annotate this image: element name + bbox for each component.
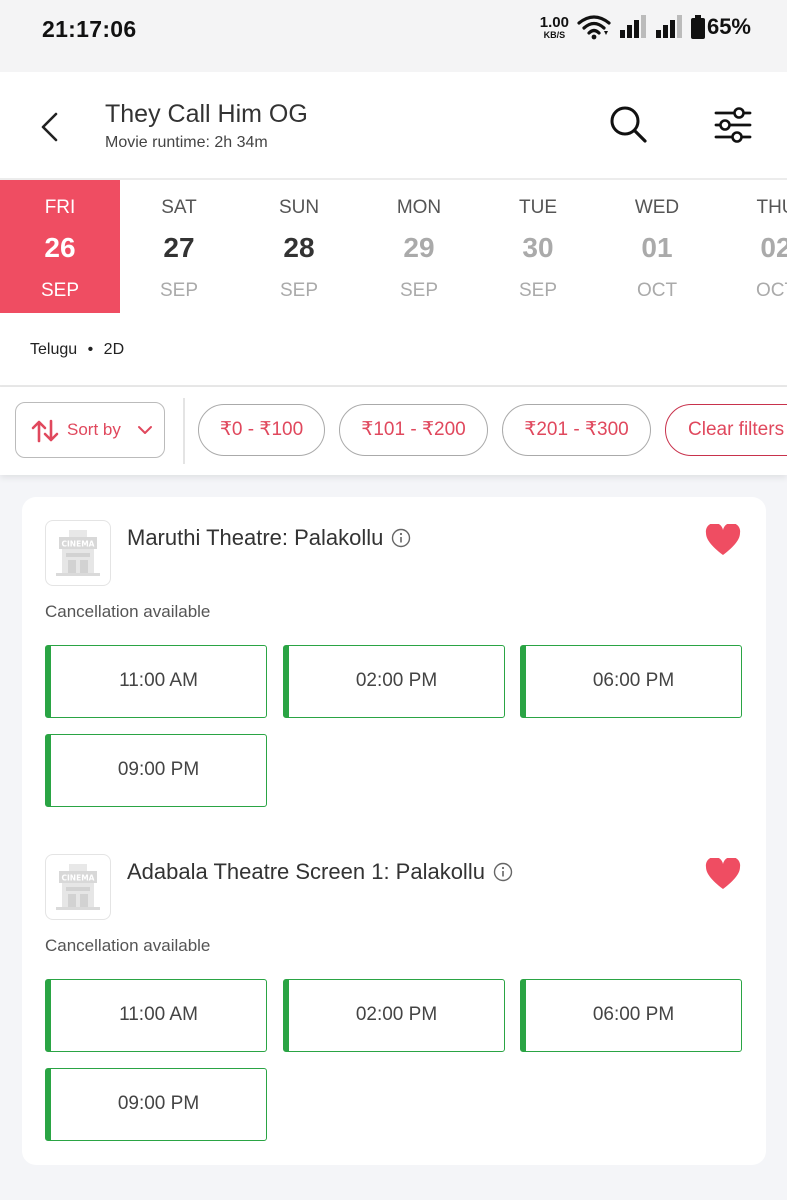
signal-icon [619,15,646,38]
network-speed-unit: KB/S [543,29,566,40]
favorite-heart-icon[interactable] [705,524,741,556]
language-label: Telugu [30,341,78,358]
showtime-button[interactable]: 02:00 PM [283,979,505,1052]
date-weekday: THU [756,197,787,218]
date-item-fri-26[interactable]: FRI 26 SEP [0,180,120,313]
format-row: Telugu • 2D [0,315,787,387]
date-weekday: MON [396,197,442,218]
date-selector: FRI 26 SEP SAT 27 SEP SUN 28 SEP MON 29 … [0,178,787,317]
dimension-label: 2D [103,341,125,358]
cinema-item: CINEMA Maruthi Theatre: Palakollu Cancel… [22,497,766,817]
date-day: 28 [283,232,315,263]
date-month: SEP [518,280,558,301]
app-header: They Call Him OG Movie runtime: 2h 34m [0,72,787,178]
cinema-logo-text: CINEMA [62,874,95,883]
search-icon[interactable] [606,102,650,146]
date-month: OCT [755,280,787,301]
cinema-name[interactable]: Maruthi Theatre: Palakollu [127,525,411,551]
date-day: 29 [403,232,435,263]
date-day: 30 [522,232,554,263]
price-filter-chip-0-100[interactable]: ₹0 - ₹100 [198,404,325,456]
cinema-name-text: Adabala Theatre Screen 1: Palakollu [127,859,485,884]
cinema-name-text: Maruthi Theatre: Palakollu [127,525,384,550]
showtime-button[interactable]: 11:00 AM [45,645,267,718]
price-filter-chip-101-200[interactable]: ₹101 - ₹200 [339,404,488,456]
showtime-button[interactable]: 02:00 PM [283,645,505,718]
date-weekday: FRI [44,197,76,218]
cinema-logo: CINEMA [45,854,111,920]
cancellation-text: Cancellation available [45,936,211,955]
cinema-building-icon: CINEMA [56,530,100,576]
battery-percent: 65% [706,14,751,39]
sort-by-button[interactable]: Sort by [15,402,165,458]
showtime-button[interactable]: 06:00 PM [520,979,742,1052]
date-month: SEP [159,280,199,301]
network-speed-value: 1.00 [539,13,569,31]
language-format: Telugu • 2D [30,341,124,359]
date-month: SEP [399,280,439,301]
status-time: 21:17:06 [42,16,137,42]
date-day: 01 [641,232,673,263]
chevron-down-icon [138,426,152,434]
status-indicators: 1.00 KB/S 65% [540,14,751,40]
cancellation-text: Cancellation available [45,602,211,621]
showtime-button[interactable]: 06:00 PM [520,645,742,718]
cinema-logo: CINEMA [45,520,111,586]
network-speed: 1.00 KB/S [540,15,569,40]
showtime-button[interactable]: 09:00 PM [45,734,267,807]
date-month: SEP [40,280,80,301]
sort-by-label: Sort by [67,420,121,439]
battery-icon [690,15,705,39]
sort-arrows-icon [31,419,59,443]
filter-sliders-icon[interactable] [712,104,754,146]
date-item-mon-29[interactable]: MON 29 SEP [359,180,479,313]
date-weekday: WED [634,197,680,218]
date-item-thu-02[interactable]: THU 02 OCT [716,180,787,313]
filter-divider [183,398,185,464]
status-bar: 21:17:06 1.00 KB/S 65% [0,0,787,72]
cinema-name[interactable]: Adabala Theatre Screen 1: Palakollu [127,859,513,885]
date-item-sat-27[interactable]: SAT 27 SEP [119,180,239,313]
date-weekday: SAT [161,197,197,218]
date-weekday: TUE [519,197,557,218]
date-month: SEP [279,280,319,301]
showtime-button[interactable]: 09:00 PM [45,1068,267,1141]
date-item-wed-01[interactable]: WED 01 OCT [597,180,717,313]
date-item-tue-30[interactable]: TUE 30 SEP [478,180,598,313]
clear-filters-chip[interactable]: Clear filters [665,404,787,456]
date-weekday: SUN [278,197,320,218]
wifi-icon [577,15,611,40]
movie-title: They Call Him OG [105,100,308,128]
back-chevron-icon[interactable] [30,106,70,146]
showtime-button[interactable]: 11:00 AM [45,979,267,1052]
price-filter-chip-201-300[interactable]: ₹201 - ₹300 [502,404,651,456]
date-day: 26 [44,232,76,263]
date-item-sun-28[interactable]: SUN 28 SEP [239,180,359,313]
date-day: 02 [760,232,787,263]
format-separator: • [87,341,94,358]
cinema-list-card: CINEMA Maruthi Theatre: Palakollu Cancel… [22,497,766,1165]
signal-icon [655,15,682,38]
favorite-heart-icon[interactable] [705,858,741,890]
date-month: OCT [636,280,678,301]
filter-bar: Sort by ₹0 - ₹100 ₹101 - ₹200 ₹201 - ₹30… [0,387,787,475]
cinema-building-icon: CINEMA [56,864,100,910]
movie-runtime: Movie runtime: 2h 34m [105,134,268,151]
cinema-item: CINEMA Adabala Theatre Screen 1: Palakol… [22,831,766,1151]
cinema-logo-text: CINEMA [62,540,95,549]
info-icon[interactable] [493,862,513,882]
info-icon[interactable] [391,528,411,548]
date-day: 27 [163,232,195,263]
